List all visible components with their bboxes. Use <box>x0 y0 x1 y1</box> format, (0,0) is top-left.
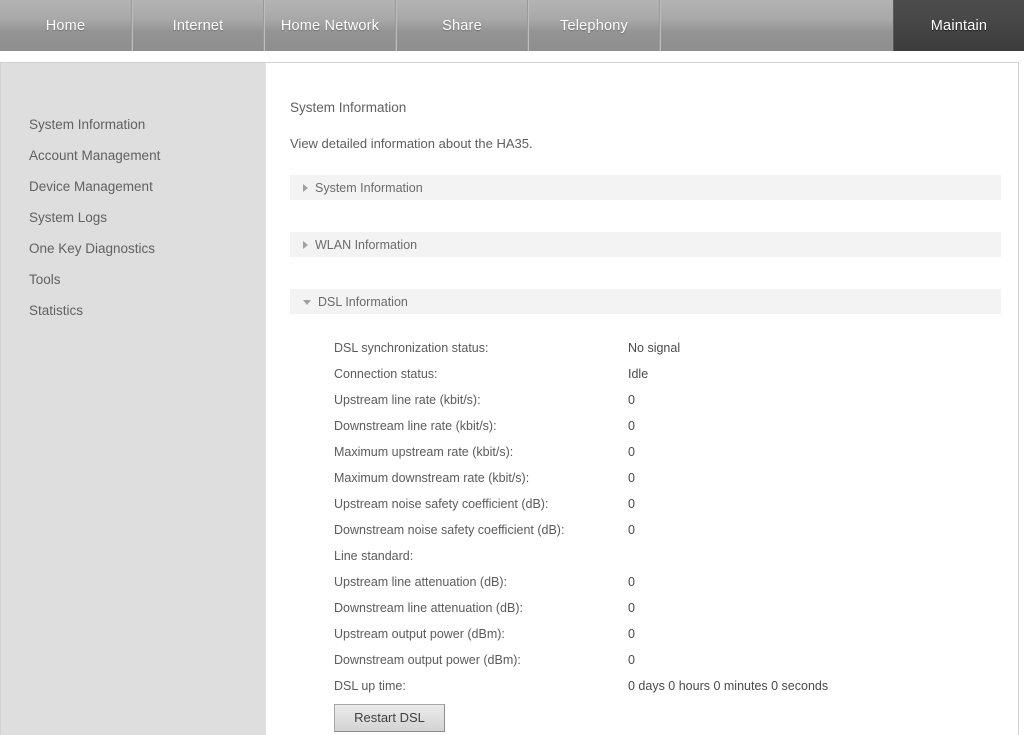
row-label: Connection status: <box>334 367 438 381</box>
row-value: No signal <box>628 341 681 355</box>
sidebar-item-system-information[interactable]: System Information <box>1 109 265 140</box>
nav-tab-maintain[interactable]: Maintain <box>893 0 1024 51</box>
section-header-system-information[interactable]: System Information <box>290 175 1001 200</box>
table-row: Downstream line attenuation (dB): 0 <box>334 595 1001 621</box>
chevron-right-icon <box>303 240 308 249</box>
nav-tab-share[interactable]: Share <box>396 0 528 51</box>
section-system-information: System Information <box>290 175 1001 200</box>
section-header-dsl-information[interactable]: DSL Information <box>290 289 1001 314</box>
row-label: DSL up time: <box>334 679 406 693</box>
sidebar-item-statistics[interactable]: Statistics <box>1 295 265 326</box>
row-value: 0 <box>628 601 635 615</box>
dsl-actions: Restart DSL <box>290 704 1001 732</box>
table-row: DSL up time: 0 days 0 hours 0 minutes 0 … <box>334 673 1001 699</box>
row-label: Maximum downstream rate (kbit/s): <box>334 471 530 485</box>
dsl-information-table: DSL synchronization status: No signal Co… <box>290 335 1001 699</box>
table-row: Upstream output power (dBm): 0 <box>334 621 1001 647</box>
chevron-right-icon <box>303 183 308 192</box>
table-row: Upstream line rate (kbit/s): 0 <box>334 387 1001 413</box>
restart-dsl-button[interactable]: Restart DSL <box>334 704 445 732</box>
nav-tab-home[interactable]: Home <box>0 0 132 51</box>
row-label: Line standard: <box>334 549 414 563</box>
section-header-wlan-information[interactable]: WLAN Information <box>290 232 1001 257</box>
row-label: DSL synchronization status: <box>334 341 489 355</box>
row-label: Downstream noise safety coefficient (dB)… <box>334 523 565 537</box>
row-value: 0 <box>628 393 635 407</box>
section-divider <box>290 200 1001 232</box>
sidebar-item-tools[interactable]: Tools <box>1 264 265 295</box>
page-description: View detailed information about the HA35… <box>290 136 533 151</box>
row-value: 0 <box>628 575 635 589</box>
sidebar: System Information Account Management De… <box>1 63 265 735</box>
row-value: Idle <box>628 367 649 381</box>
row-label: Upstream line attenuation (dB): <box>334 575 508 589</box>
nav-tab-internet[interactable]: Internet <box>132 0 264 51</box>
row-label: Upstream noise safety coefficient (dB): <box>334 497 549 511</box>
page-body: System Information Account Management De… <box>0 51 1024 735</box>
chevron-down-icon <box>303 300 311 305</box>
sidebar-item-one-key-diagnostics[interactable]: One Key Diagnostics <box>1 233 265 264</box>
nav-tab-telephony[interactable]: Telephony <box>528 0 660 51</box>
row-label: Upstream line rate (kbit/s): <box>334 393 481 407</box>
table-row: Connection status: Idle <box>334 361 1001 387</box>
section-wlan-information: WLAN Information <box>290 232 1001 257</box>
row-value: 0 days 0 hours 0 minutes 0 seconds <box>628 679 829 693</box>
row-label: Maximum upstream rate (kbit/s): <box>334 445 514 459</box>
sidebar-item-account-management[interactable]: Account Management <box>1 140 265 171</box>
top-navigation-bar: Home Internet Home Network Share Telepho… <box>0 0 1024 59</box>
section-divider <box>290 257 1001 289</box>
row-value: 0 <box>628 419 635 433</box>
table-row: Line standard: <box>334 543 1001 569</box>
row-value: 0 <box>628 653 635 667</box>
row-value: 0 <box>628 627 635 641</box>
table-row: Downstream output power (dBm): 0 <box>334 647 1001 673</box>
table-row: Maximum downstream rate (kbit/s): 0 <box>334 465 1001 491</box>
row-value: 0 <box>628 471 635 485</box>
table-row: DSL synchronization status: No signal <box>334 335 1001 361</box>
table-row: Downstream line rate (kbit/s): 0 <box>334 413 1001 439</box>
table-row: Maximum upstream rate (kbit/s): 0 <box>334 439 1001 465</box>
row-value: 0 <box>628 523 635 537</box>
section-label-system-information: System Information <box>315 180 423 195</box>
content-shell: System Information Account Management De… <box>0 62 1019 735</box>
row-label: Downstream output power (dBm): <box>334 653 521 667</box>
section-label-wlan-information: WLAN Information <box>315 237 418 252</box>
row-label: Upstream output power (dBm): <box>334 627 505 641</box>
row-value: 0 <box>628 497 635 511</box>
sidebar-item-system-logs[interactable]: System Logs <box>1 202 265 233</box>
table-row: Downstream noise safety coefficient (dB)… <box>334 517 1001 543</box>
row-value: 0 <box>628 445 635 459</box>
row-label: Downstream line attenuation (dB): <box>334 601 523 615</box>
section-label-dsl-information: DSL Information <box>318 294 408 309</box>
nav-spacer <box>660 0 893 51</box>
section-dsl-information: DSL Information DSL synchronization stat… <box>290 289 1001 732</box>
sidebar-item-device-management[interactable]: Device Management <box>1 171 265 202</box>
table-row: Upstream noise safety coefficient (dB): … <box>334 491 1001 517</box>
nav-tab-home-network[interactable]: Home Network <box>264 0 396 51</box>
table-row: Upstream line attenuation (dB): 0 <box>334 569 1001 595</box>
main-content: System Information View detailed informa… <box>265 63 1018 735</box>
page-title: System Information <box>290 100 407 115</box>
row-label: Downstream line rate (kbit/s): <box>334 419 497 433</box>
